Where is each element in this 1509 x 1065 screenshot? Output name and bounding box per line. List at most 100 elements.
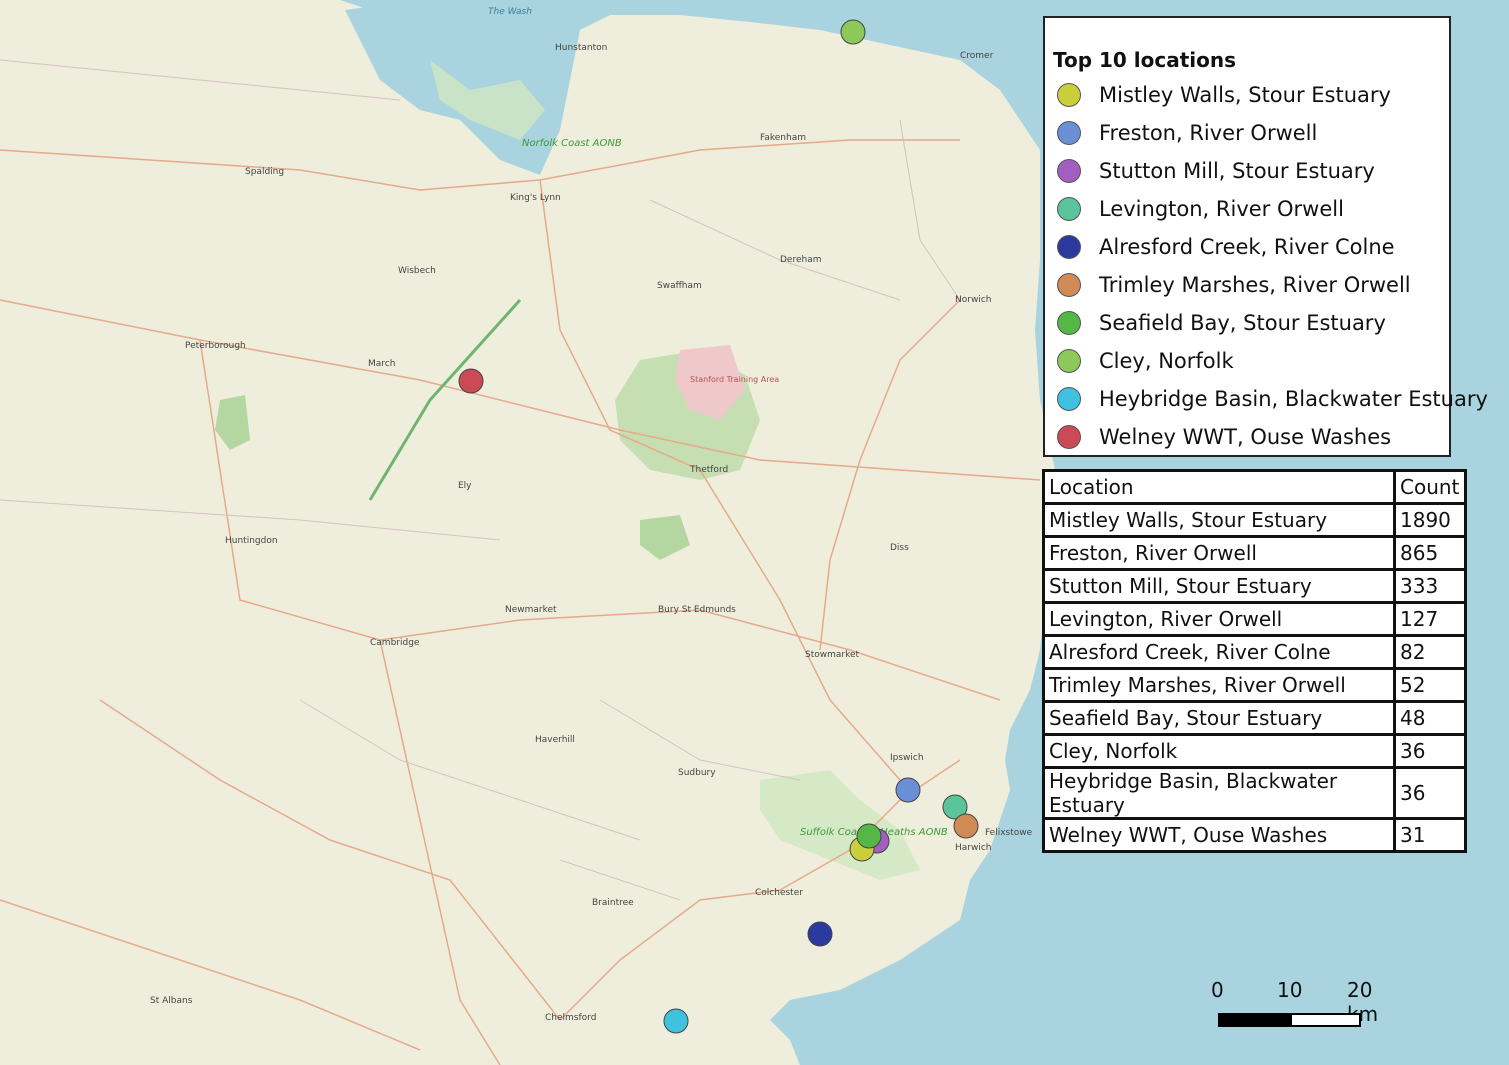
counts-table: Location Count Mistley Walls, Stour Estu… — [1042, 469, 1467, 853]
table-row: Seafield Bay, Stour Estuary 48 — [1042, 700, 1467, 736]
label-peterborough: Peterborough — [185, 341, 246, 351]
label-thetford: Thetford — [689, 465, 728, 475]
legend-swatch — [1057, 235, 1081, 259]
label-harwich: Harwich — [955, 843, 992, 853]
legend-swatch — [1057, 311, 1081, 335]
marker-alresford[interactable] — [807, 921, 833, 947]
label-the-wash: The Wash — [488, 7, 532, 17]
label-hunstanton: Hunstanton — [555, 43, 607, 53]
cell-location: Trimley Marshes, River Orwell — [1042, 667, 1396, 703]
legend-label: Stutton Mill, Stour Estuary — [1099, 159, 1375, 183]
cell-count: 36 — [1393, 733, 1467, 769]
label-huntingdon: Huntingdon — [225, 536, 278, 546]
cell-location: Freston, River Orwell — [1042, 535, 1396, 571]
label-chelmsford: Chelmsford — [545, 1013, 596, 1023]
legend-swatch — [1057, 83, 1081, 107]
label-fakenham: Fakenham — [760, 133, 806, 143]
legend-label: Trimley Marshes, River Orwell — [1099, 273, 1411, 297]
label-braintree: Braintree — [592, 898, 634, 908]
cell-location: Levington, River Orwell — [1042, 601, 1396, 637]
cell-count: 1890 — [1393, 502, 1467, 538]
label-wisbech: Wisbech — [398, 266, 436, 276]
label-march: March — [368, 359, 395, 369]
marker-welney[interactable] — [458, 368, 484, 394]
table-row: Trimley Marshes, River Orwell 52 — [1042, 667, 1467, 703]
cell-count: 48 — [1393, 700, 1467, 736]
table-row: Welney WWT, Ouse Washes 31 — [1042, 817, 1467, 853]
label-norwich: Norwich — [955, 295, 991, 305]
table-row: Cley, Norfolk 36 — [1042, 733, 1467, 769]
legend-item: Mistley Walls, Stour Estuary — [1057, 77, 1391, 113]
legend-item: Cley, Norfolk — [1057, 343, 1234, 379]
table-row: Alresford Creek, River Colne 82 — [1042, 634, 1467, 670]
cell-location: Seafield Bay, Stour Estuary — [1042, 700, 1396, 736]
cell-count: 52 — [1393, 667, 1467, 703]
legend-label: Alresford Creek, River Colne — [1099, 235, 1395, 259]
header-location: Location — [1042, 469, 1396, 505]
cell-location: Mistley Walls, Stour Estuary — [1042, 502, 1396, 538]
table-row: Freston, River Orwell 865 — [1042, 535, 1467, 571]
cell-count: 36 — [1393, 766, 1467, 820]
legend-label: Welney WWT, Ouse Washes — [1099, 425, 1392, 449]
legend-swatch — [1057, 197, 1081, 221]
legend-label: Freston, River Orwell — [1099, 121, 1318, 145]
legend-item: Freston, River Orwell — [1057, 115, 1317, 151]
marker-heybridge[interactable] — [663, 1008, 689, 1034]
legend-swatch — [1057, 273, 1081, 297]
legend-item: Seafield Bay, Stour Estuary — [1057, 305, 1386, 341]
label-ely: Ely — [458, 481, 472, 491]
legend-label: Mistley Walls, Stour Estuary — [1099, 83, 1391, 107]
legend-item: Levington, River Orwell — [1057, 191, 1344, 227]
legend-item: Trimley Marshes, River Orwell — [1057, 267, 1411, 303]
legend-swatch — [1057, 349, 1081, 373]
legend-swatch — [1057, 121, 1081, 145]
cell-location: Alresford Creek, River Colne — [1042, 634, 1396, 670]
label-stowmarket: Stowmarket — [805, 650, 860, 660]
cell-count: 127 — [1393, 601, 1467, 637]
cell-count: 865 — [1393, 535, 1467, 571]
label-cambridge: Cambridge — [370, 638, 420, 648]
legend-label: Levington, River Orwell — [1099, 197, 1344, 221]
label-sudbury: Sudbury — [678, 768, 716, 778]
cell-count: 82 — [1393, 634, 1467, 670]
marker-freston[interactable] — [895, 777, 921, 803]
label-cromer: Cromer — [960, 51, 994, 61]
label-bury: Bury St Edmunds — [658, 605, 736, 615]
table-row: Levington, River Orwell 127 — [1042, 601, 1467, 637]
legend-item: Stutton Mill, Stour Estuary — [1057, 153, 1375, 189]
label-spalding: Spalding — [245, 167, 284, 177]
scale-label-10: 10 — [1277, 978, 1303, 1002]
marker-seafield[interactable] — [856, 823, 882, 849]
legend-title: Top 10 locations — [1053, 48, 1237, 72]
label-colchester: Colchester — [755, 888, 803, 898]
cell-location: Welney WWT, Ouse Washes — [1042, 817, 1396, 853]
scale-label-0: 0 — [1211, 978, 1224, 1002]
label-felixstowe: Felixstowe — [985, 828, 1033, 838]
legend-label: Cley, Norfolk — [1099, 349, 1234, 373]
cell-location: Cley, Norfolk — [1042, 733, 1396, 769]
label-st-albans: St Albans — [150, 996, 193, 1006]
table-row: Mistley Walls, Stour Estuary 1890 — [1042, 502, 1467, 538]
table-header-row: Location Count — [1042, 469, 1467, 505]
scale-segment-black — [1218, 1013, 1290, 1027]
label-haverhill: Haverhill — [535, 735, 575, 745]
legend-item: Welney WWT, Ouse Washes — [1057, 419, 1391, 455]
legend-item: Alresford Creek, River Colne — [1057, 229, 1395, 265]
legend-label: Heybridge Basin, Blackwater Estuary — [1099, 387, 1488, 411]
label-kings-lynn: King's Lynn — [510, 193, 561, 203]
marker-trimley[interactable] — [953, 813, 979, 839]
header-count: Count — [1393, 469, 1467, 505]
cell-location: Stutton Mill, Stour Estuary — [1042, 568, 1396, 604]
scale-segment-white — [1290, 1013, 1361, 1027]
cell-count: 333 — [1393, 568, 1467, 604]
marker-cley[interactable] — [840, 19, 866, 45]
cell-location: Heybridge Basin, Blackwater Estuary — [1042, 766, 1396, 820]
table-row: Heybridge Basin, Blackwater Estuary 36 — [1042, 766, 1467, 820]
scale-bar: 0 10 20 km — [1205, 978, 1405, 1033]
table-row: Stutton Mill, Stour Estuary 333 — [1042, 568, 1467, 604]
legend-item: Heybridge Basin, Blackwater Estuary — [1057, 381, 1488, 417]
label-diss: Diss — [890, 543, 909, 553]
cell-count: 31 — [1393, 817, 1467, 853]
legend: Top 10 locations Mistley Walls, Stour Es… — [1043, 16, 1488, 457]
label-ipswich: Ipswich — [890, 753, 924, 763]
